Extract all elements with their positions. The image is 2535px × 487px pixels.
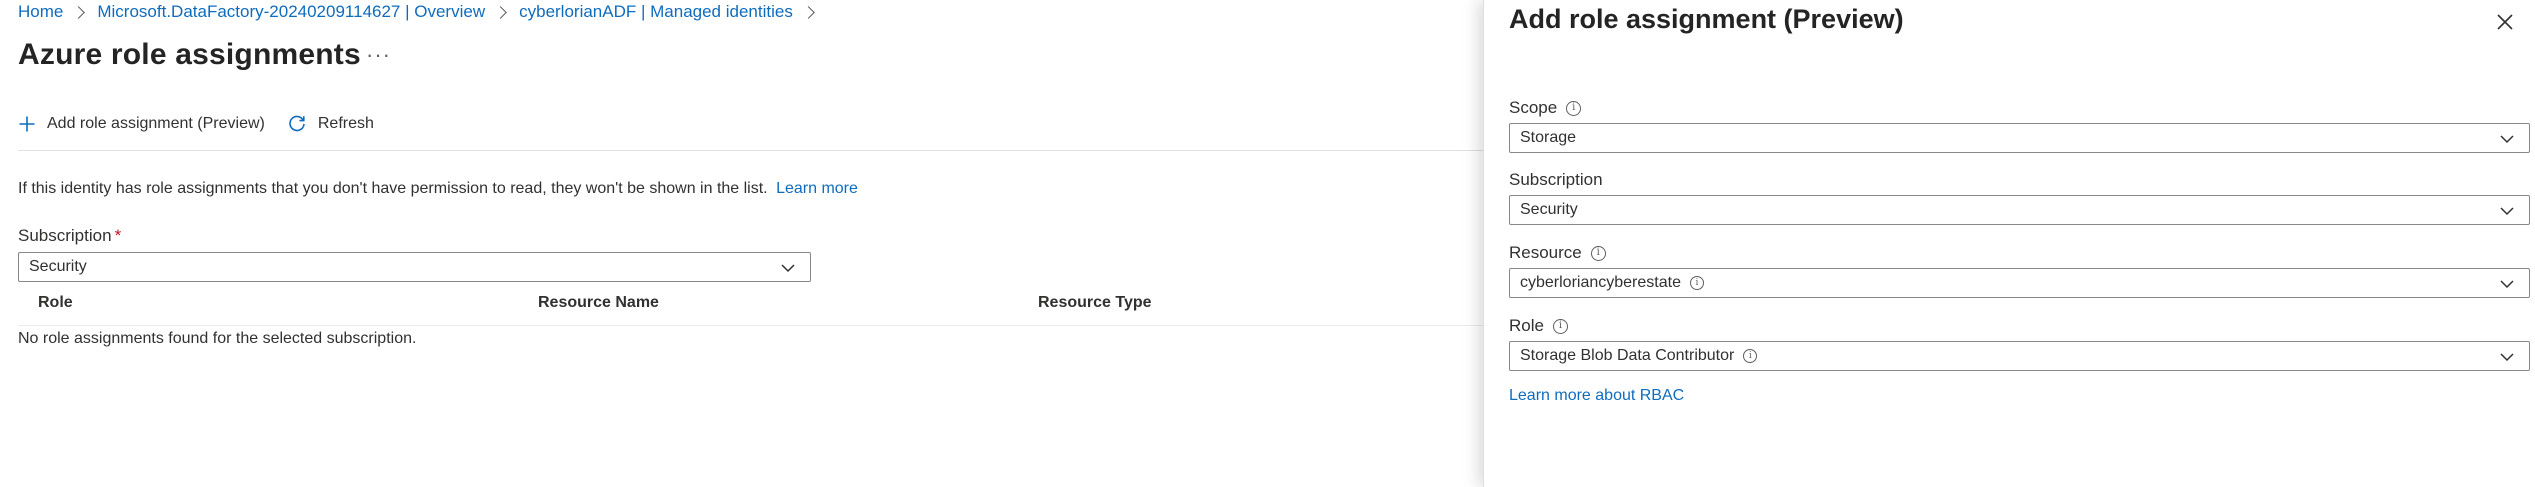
chevron-down-icon [2500,353,2514,362]
chevron-right-icon [494,5,507,19]
scope-label-text: Scope [1509,98,1558,117]
chevron-down-icon [2500,135,2514,144]
refresh-button[interactable]: Refresh [287,114,374,134]
column-header-role[interactable]: Role [38,294,73,312]
panel-subscription-dropdown[interactable]: Security [1509,195,2530,225]
refresh-label: Refresh [317,115,374,132]
plus-icon [19,116,35,132]
refresh-icon [289,115,305,132]
chevron-down-icon [781,264,795,273]
info-icon[interactable]: i [1590,245,1606,261]
column-header-resource-name[interactable]: Resource Name [538,294,659,312]
info-icon[interactable]: i [1566,100,1582,116]
required-marker: * [114,226,122,245]
add-role-assignment-button[interactable]: Add role assignment (Preview) [18,115,265,133]
panel-title: Add role assignment (Preview) [1509,4,1904,34]
role-dropdown-value: Storage Blob Data Contributor [1520,347,1735,364]
empty-table-message: No role assignments found for the select… [18,330,417,347]
resource-dropdown-value: cyberloriancyberestate [1520,274,1681,291]
role-label: Role i [1509,316,1568,336]
chevron-right-icon [72,5,86,19]
resource-label: Resource i [1509,243,1606,263]
panel-subscription-dropdown-value: Security [1520,201,1578,218]
breadcrumb-managed-identities[interactable]: cyberlorianADF | Managed identities [519,2,793,22]
panel-subscription-label: Subscription [1509,170,1603,190]
resource-label-text: Resource [1509,243,1582,262]
close-icon[interactable] [2493,10,2517,34]
scope-label: Scope i [1509,98,1582,118]
permission-info-message: If this identity has role assignments th… [18,180,858,198]
learn-more-link[interactable]: Learn more [776,180,858,197]
subscription-label: Subscription * [18,226,121,246]
panel-subscription-label-text: Subscription [1509,170,1603,189]
chevron-down-icon [2500,280,2514,289]
add-role-assignment-panel: Add role assignment (Preview) Scope i St… [1483,0,2535,487]
resource-dropdown[interactable]: cyberloriancyberestate i [1509,268,2530,298]
breadcrumb-home[interactable]: Home [18,2,63,22]
more-options-button[interactable]: ··· [366,42,391,68]
info-icon[interactable]: i [1743,349,1758,363]
scope-dropdown-value: Storage [1520,129,1577,146]
chevron-down-icon [2500,207,2514,216]
subscription-dropdown[interactable]: Security [18,252,811,282]
permission-info-text: If this identity has role assignments th… [18,180,768,197]
chevron-right-icon [801,5,815,19]
role-dropdown[interactable]: Storage Blob Data Contributor i [1509,341,2530,371]
subscription-label-text: Subscription [18,226,112,245]
column-header-resource-type[interactable]: Resource Type [1038,294,1152,312]
table-header: Role Resource Name Resource Type [18,292,1513,326]
breadcrumb: Home Microsoft.DataFactory-2024020911462… [18,2,827,22]
learn-more-rbac-link[interactable]: Learn more about RBAC [1509,387,1684,405]
add-role-assignment-label: Add role assignment (Preview) [47,115,265,132]
toolbar-divider [18,150,1513,151]
role-label-text: Role [1509,316,1544,335]
info-icon[interactable]: i [1689,276,1704,290]
toolbar: Add role assignment (Preview) Refresh [18,114,396,134]
page-title: Azure role assignments [18,38,361,71]
scope-dropdown[interactable]: Storage [1509,123,2530,153]
info-icon[interactable]: i [1552,318,1568,334]
breadcrumb-data-factory-overview[interactable]: Microsoft.DataFactory-20240209114627 | O… [97,2,485,22]
subscription-dropdown-value: Security [29,258,87,275]
